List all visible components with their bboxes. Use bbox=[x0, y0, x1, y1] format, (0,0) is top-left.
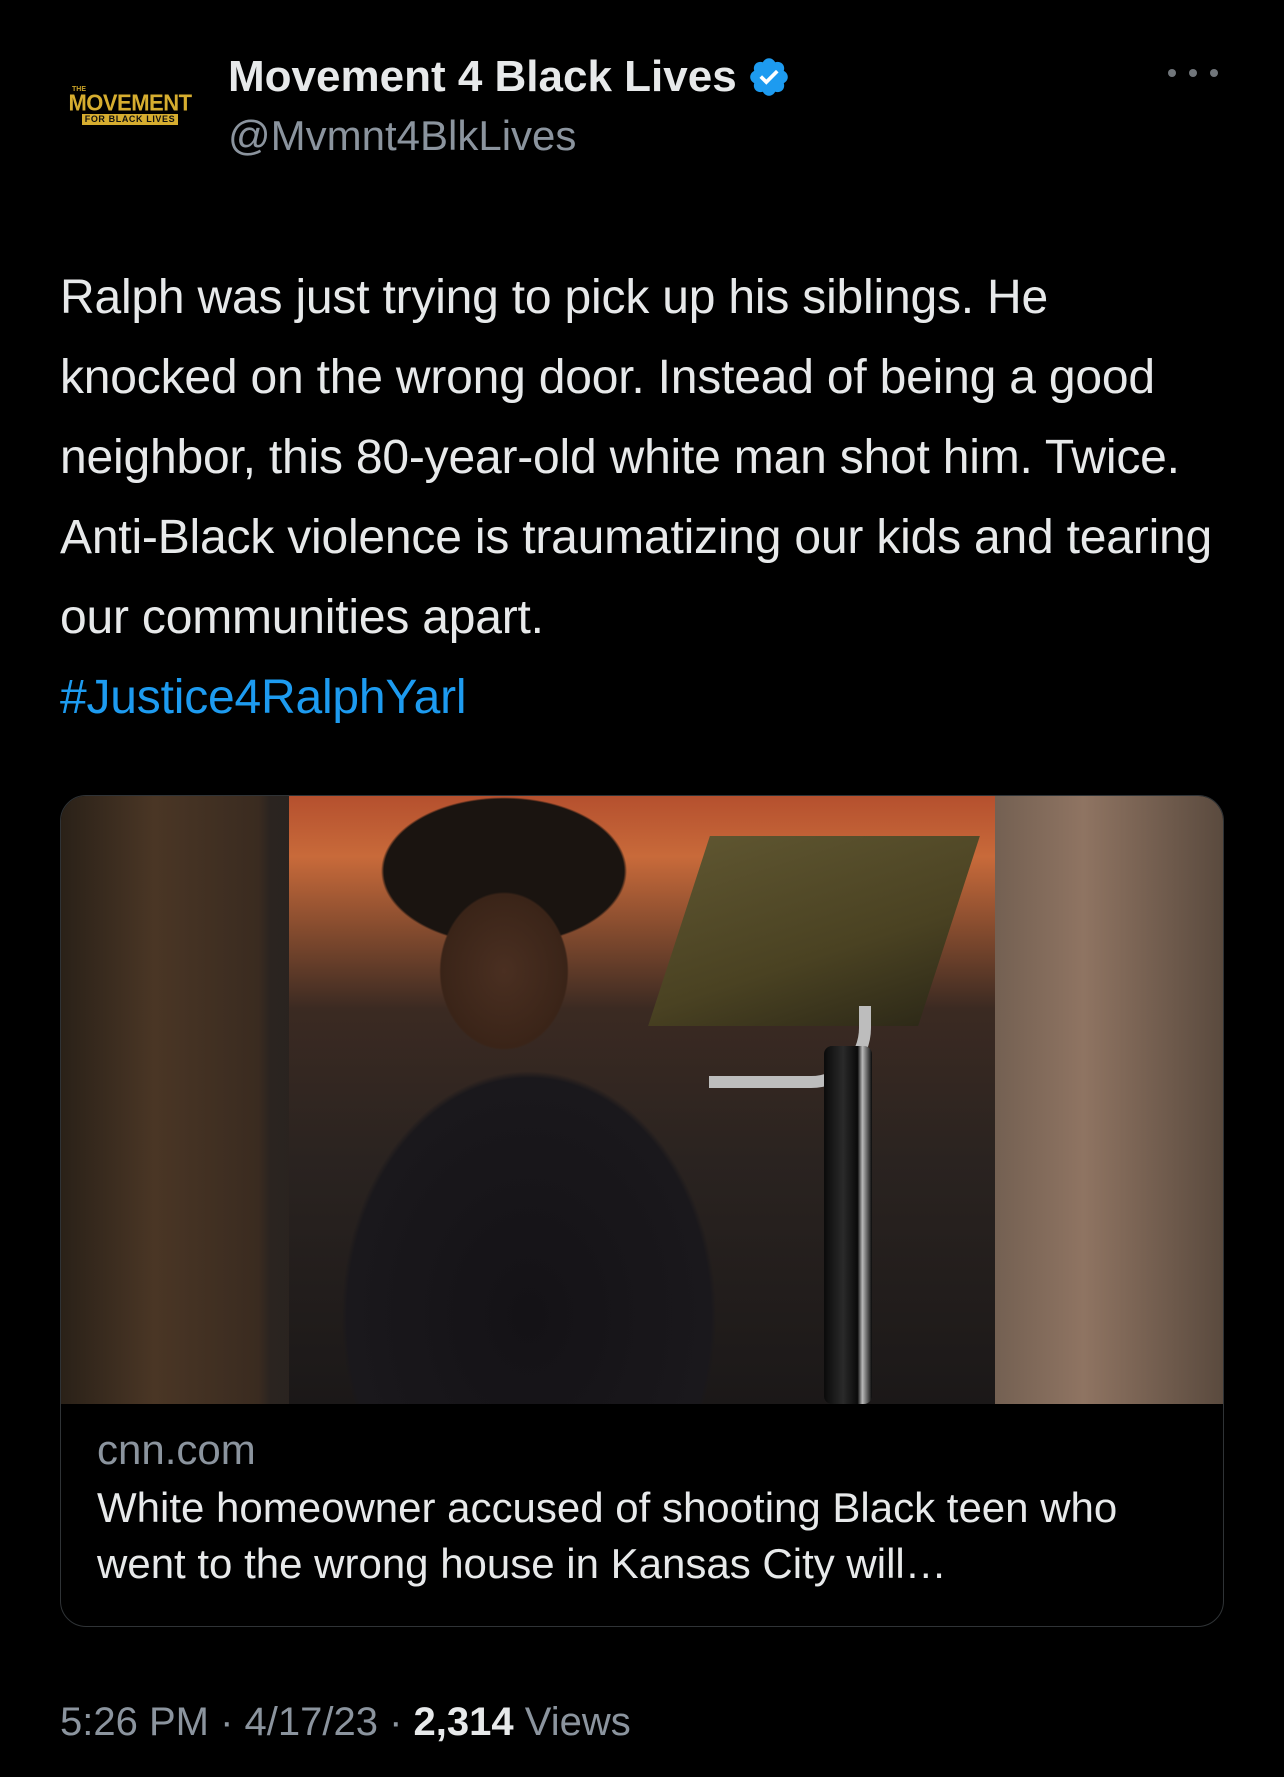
tweet-header: THE MOVEMENT FOR BLACK LIVES Movement 4 … bbox=[0, 0, 1284, 200]
music-stand-shape bbox=[648, 836, 980, 1026]
tweet-date[interactable]: 4/17/23 bbox=[245, 1700, 378, 1744]
tweet-text: Ralph was just trying to pick up his sib… bbox=[60, 258, 1230, 738]
verified-badge-icon bbox=[749, 58, 788, 96]
author-handle[interactable]: @Mvmnt4BlkLives bbox=[228, 112, 576, 160]
author-display-name-row[interactable]: Movement 4 Black Lives bbox=[228, 52, 791, 102]
clarinet-shape bbox=[824, 1046, 872, 1404]
author-display-name[interactable]: Movement 4 Black Lives bbox=[228, 52, 737, 102]
more-dots-icon[interactable] bbox=[1168, 58, 1218, 88]
card-image bbox=[61, 796, 1223, 1404]
avatar-logo-main: MOVEMENT bbox=[68, 88, 192, 116]
card-domain: cnn.com bbox=[97, 1426, 256, 1473]
views-label: Views bbox=[524, 1700, 631, 1744]
card-title: White homeowner accused of shooting Blac… bbox=[97, 1484, 1118, 1587]
hashtag-link[interactable]: #Justice4RalphYarl bbox=[60, 671, 467, 724]
views-count: 2,314 bbox=[413, 1700, 514, 1744]
tweet-meta: 5:26 PM · 4/17/23 · 2,314 Views bbox=[60, 1700, 631, 1745]
avatar[interactable]: THE MOVEMENT FOR BLACK LIVES bbox=[68, 80, 192, 130]
link-card[interactable]: cnn.com White homeowner accused of shoot… bbox=[60, 795, 1224, 1627]
tweet-time[interactable]: 5:26 PM bbox=[60, 1700, 209, 1744]
meta-separator-2: · bbox=[377, 1700, 414, 1744]
meta-separator: · bbox=[208, 1700, 245, 1744]
tweet-body: Ralph was just trying to pick up his sib… bbox=[60, 271, 1213, 644]
card-photo bbox=[289, 796, 995, 1404]
